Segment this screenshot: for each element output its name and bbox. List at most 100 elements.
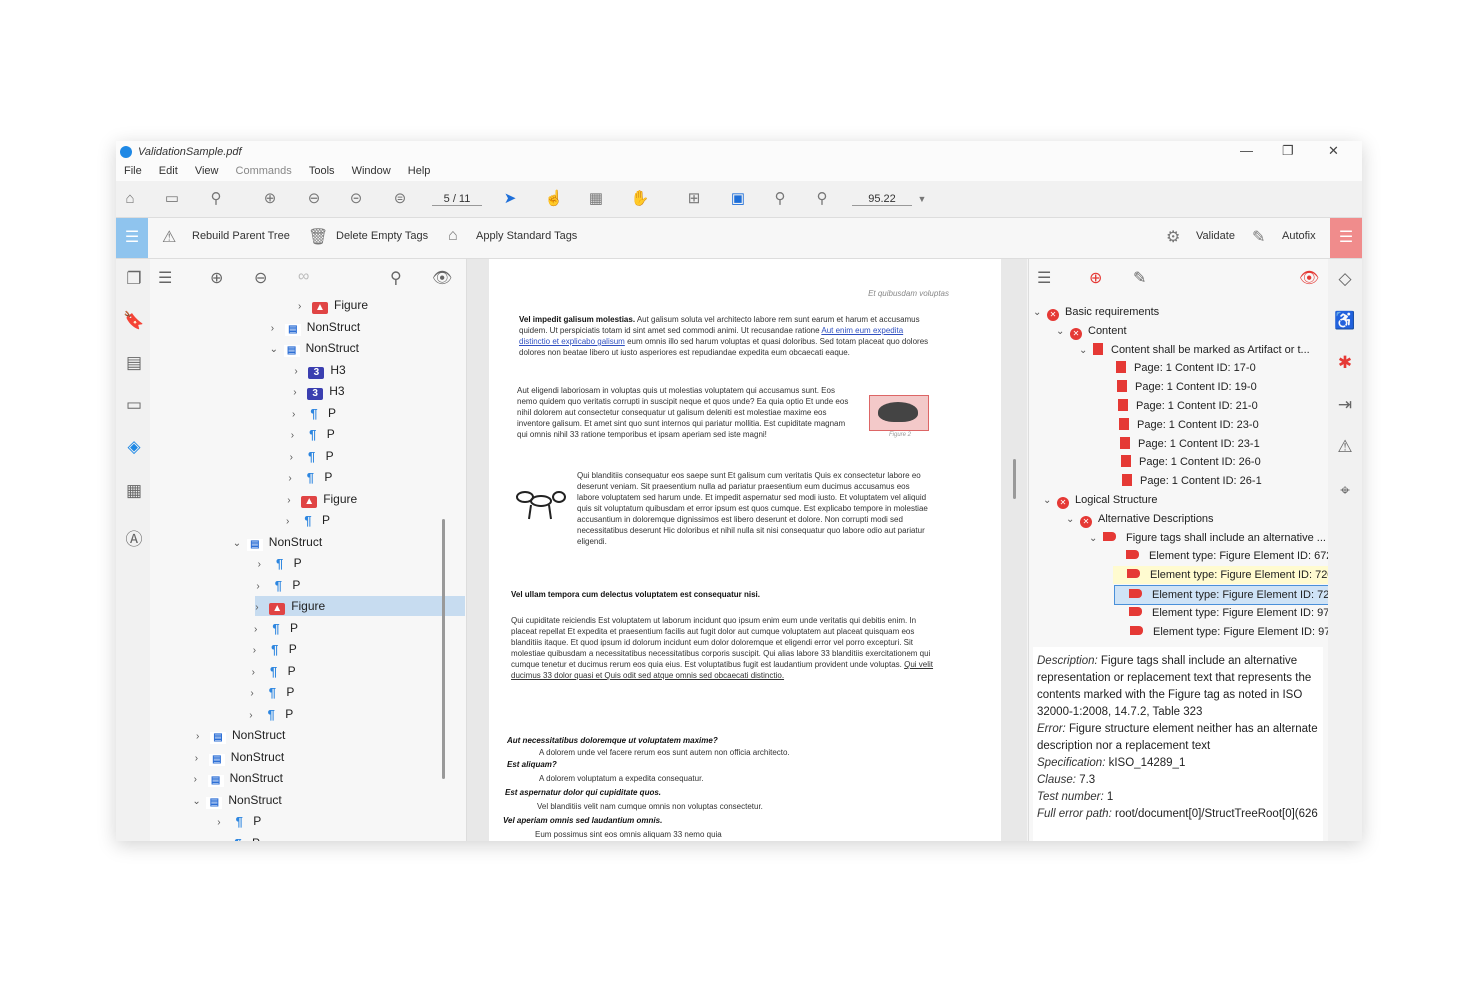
previous-page-icon[interactable]: ⊝ (346, 189, 366, 209)
hand-tool-icon[interactable]: ✋ (630, 189, 650, 209)
select-cursor-icon[interactable]: ➤ (500, 189, 520, 209)
delete-empty-tags-button[interactable]: Delete Empty Tags (336, 230, 428, 242)
chevron-down-icon[interactable]: ⌄ (270, 340, 284, 360)
tag-tree-row[interactable]: › ▤ NonStruct (271, 317, 481, 337)
validation-tree-row[interactable]: ⌄ ✕ Content (1056, 322, 1127, 340)
validation-tree-row[interactable]: Page: 1 Content ID: 21-0 (1104, 397, 1258, 415)
tag-tree-row[interactable]: ›¶ P (252, 661, 462, 681)
next-page-icon[interactable]: ⊖ (304, 189, 324, 209)
chevron-right-icon[interactable]: › (250, 684, 264, 704)
search-icon[interactable]: ⚲ (206, 189, 226, 209)
validation-tree-row[interactable]: Page: 1 Content ID: 17-0 (1102, 359, 1256, 377)
chevron-right-icon[interactable]: › (292, 405, 306, 425)
chevron-right-icon[interactable]: › (195, 749, 209, 769)
menu-file[interactable]: File (124, 165, 142, 177)
chevron-right-icon[interactable]: › (255, 598, 269, 618)
tag-tree-row[interactable]: ›¶ P (290, 446, 480, 466)
tag-tree-row[interactable]: ›¶ P (253, 639, 463, 659)
layers-icon[interactable]: ▦ (123, 481, 145, 503)
tag-tree-row[interactable]: › ▲ Figure (287, 489, 477, 509)
search-tags-icon[interactable]: ⚲ (390, 268, 402, 288)
minimize-button[interactable]: — (1240, 143, 1253, 158)
menu-view[interactable]: View (195, 165, 219, 177)
tag-tree-row[interactable]: ›¶ P (286, 510, 476, 530)
chevron-down-icon[interactable]: ⌄ (1066, 511, 1080, 529)
chevron-right-icon[interactable]: › (217, 813, 231, 833)
validation-tree-row[interactable]: Page: 1 Content ID: 23-0 (1105, 416, 1259, 434)
fit-page-icon[interactable]: ⊞ (684, 189, 704, 209)
target-icon[interactable]: ⊕ (1089, 268, 1102, 288)
chevron-right-icon[interactable]: › (287, 491, 301, 511)
tag-tree-row[interactable]: › ▤ NonStruct (195, 747, 445, 767)
link-icon[interactable]: ∞ (298, 268, 309, 286)
autofix-button[interactable]: Autofix (1282, 230, 1316, 242)
tag-tree-row[interactable]: ›¶ P (216, 833, 446, 841)
validation-tree-row[interactable]: Element type: Figure Element ID: 729 (1114, 585, 1337, 605)
chevron-down-icon[interactable]: ⌄ (1056, 323, 1070, 341)
validation-tree-row[interactable]: Page: 1 Content ID: 26-1 (1108, 472, 1262, 490)
restore-button[interactable]: ❐ (1282, 143, 1294, 159)
fit-width-icon[interactable]: ▣ (728, 189, 748, 209)
tag-tree-row[interactable]: ›¶ P (292, 403, 482, 423)
show-errors-eye-icon[interactable]: 👁 (1299, 268, 1319, 288)
chevron-right-icon[interactable]: › (194, 770, 208, 790)
tag-tree-row[interactable]: ›¶ P (288, 467, 478, 487)
collapse-panel-icon[interactable]: ☰ (158, 268, 172, 288)
chevron-right-icon[interactable]: › (293, 383, 307, 403)
chevron-down-icon[interactable]: ⌄ (1033, 304, 1047, 322)
tags-scrollbar[interactable] (442, 519, 445, 779)
page-number-field[interactable]: 5 / 11 (432, 193, 482, 206)
menu-window[interactable]: Window (352, 165, 391, 177)
validate-button[interactable]: Validate (1196, 230, 1235, 242)
apply-standard-tags-button[interactable]: Apply Standard Tags (476, 230, 577, 242)
validation-tree-row[interactable]: Page: 1 Content ID: 19-0 (1103, 378, 1257, 396)
pen-icon[interactable]: ✎ (1133, 268, 1146, 288)
chevron-down-icon[interactable]: ⌄ (1079, 342, 1093, 360)
chevron-right-icon[interactable]: › (271, 319, 285, 339)
tag-tree-row[interactable]: › 3 H3 (294, 360, 484, 380)
add-tag-icon[interactable]: ⊕ (210, 268, 223, 288)
chevron-right-icon[interactable]: › (252, 663, 266, 683)
home-icon[interactable]: ⌂ (120, 189, 140, 209)
bug-icon[interactable]: ✱ (1334, 353, 1356, 375)
visibility-eye-icon[interactable]: 👁 (432, 268, 452, 288)
chevron-right-icon[interactable]: › (196, 727, 210, 747)
zoom-field[interactable]: 95.22 (852, 193, 912, 206)
tag-tree-row[interactable]: › ▤ NonStruct (194, 768, 444, 788)
tag-tree-row[interactable]: › ▲ Figure (255, 596, 466, 618)
chevron-right-icon[interactable]: › (249, 706, 263, 726)
eraser-icon[interactable]: ◇ (1334, 269, 1356, 291)
tag-tree-row[interactable]: ›¶ P (254, 618, 464, 638)
menu-commands[interactable]: Commands (236, 165, 292, 177)
save-icon[interactable]: ▭ (162, 189, 182, 209)
validation-tree-row[interactable]: ⌄ Figure tags shall include an alternativ… (1089, 529, 1326, 547)
validation-tree-row[interactable]: ⌄ ✕ Alternative Descriptions (1066, 510, 1214, 528)
export-icon[interactable]: ⇥ (1334, 395, 1356, 417)
rebuild-parent-tree-button[interactable]: Rebuild Parent Tree (192, 230, 290, 242)
close-button[interactable]: ✕ (1328, 143, 1339, 159)
validation-tree-row[interactable]: Element type: Figure Element ID: 977 (1116, 623, 1336, 641)
tag-tree-row[interactable]: ›¶ P (256, 575, 466, 595)
zoom-in-icon[interactable]: ⚲ (812, 189, 832, 209)
tag-tree-row[interactable]: › 3 H3 (293, 381, 483, 401)
validation-panel-toggle-icon[interactable]: ☰ (1330, 218, 1362, 258)
accessibility-icon[interactable]: ♿ (1334, 311, 1356, 333)
chevron-right-icon[interactable]: › (253, 641, 267, 661)
comments-icon[interactable]: ▭ (123, 395, 145, 417)
grid-select-icon[interactable]: ▦ (586, 189, 606, 209)
validation-tree-row[interactable]: ⌄ ✕ Basic requirements (1033, 303, 1159, 321)
menu-edit[interactable]: Edit (159, 165, 178, 177)
chevron-right-icon[interactable]: › (291, 426, 305, 446)
tag-tree-row[interactable]: › ▲ Figure (298, 295, 488, 315)
tags-panel-toggle-icon[interactable]: ☰ (116, 218, 148, 258)
chevron-right-icon[interactable]: › (254, 620, 268, 640)
validation-tree-row[interactable]: Page: 1 Content ID: 26-0 (1107, 453, 1261, 471)
chevron-right-icon[interactable]: › (256, 577, 270, 597)
chevron-down-icon[interactable]: ⌄ (1089, 530, 1103, 548)
tag-tree-row[interactable]: ⌄ ▤ NonStruct (233, 532, 463, 552)
chevron-down-icon[interactable]: ⌄ (192, 792, 206, 812)
tag-tree-row[interactable]: ⌄ ▤ NonStruct (192, 790, 442, 810)
zoom-dropdown-icon[interactable]: ▼ (912, 189, 932, 209)
validation-tree-row[interactable]: Element type: Figure Element ID: 720 (1113, 566, 1334, 585)
chevron-right-icon[interactable]: › (294, 362, 308, 382)
